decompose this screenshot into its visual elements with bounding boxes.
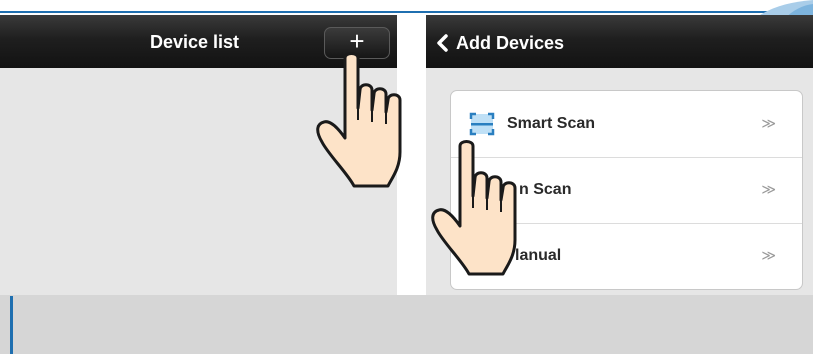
double-chevron-right-icon: ≫ (761, 115, 776, 131)
chevron-left-icon (437, 34, 448, 52)
left-accent-line (10, 296, 13, 354)
top-accent-line (0, 11, 813, 13)
device-list-title: Device list (150, 32, 240, 52)
double-chevron-right-icon: ≫ (761, 247, 776, 263)
add-devices-titlebar: Add Devices (426, 15, 813, 68)
pointing-hand-icon (431, 140, 517, 276)
double-chevron-right-icon: ≫ (761, 181, 776, 197)
pointing-hand-icon (316, 52, 402, 188)
add-devices-title: Add Devices (456, 32, 565, 53)
list-item-label: Smart Scan (507, 115, 596, 132)
back-button[interactable]: Add Devices (435, 32, 564, 54)
scan-icon (469, 112, 495, 136)
